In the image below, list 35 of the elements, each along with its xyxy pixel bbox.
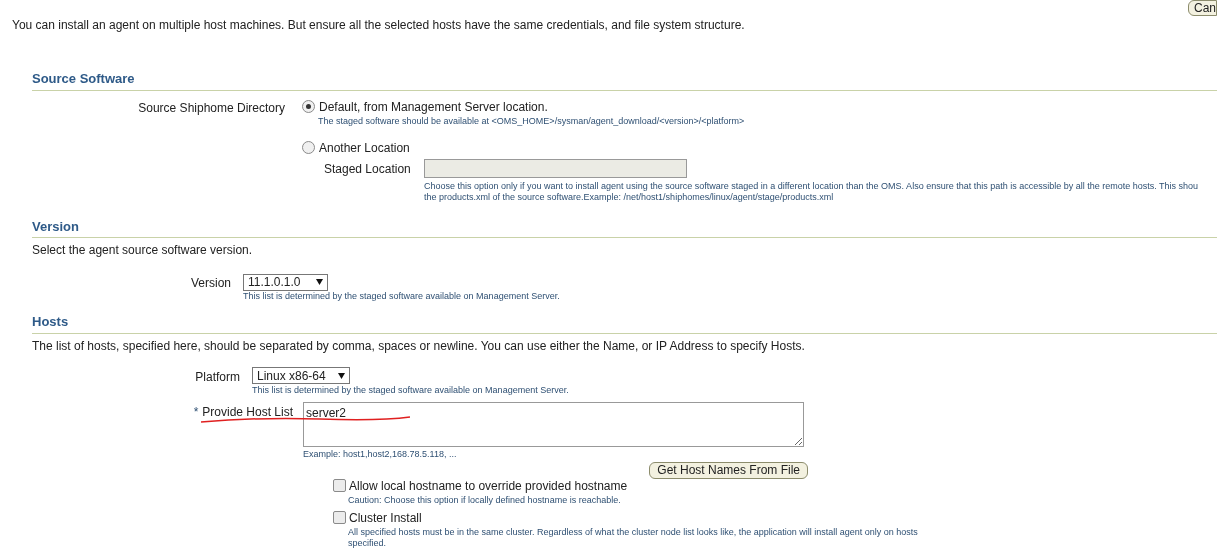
radio-button[interactable] bbox=[302, 100, 315, 113]
hint-text: This list is determined by the staged software available on Management Server. bbox=[252, 384, 569, 396]
section-heading: Version bbox=[32, 218, 79, 234]
checkbox-label: Allow local hostname to override provided hostname bbox=[349, 477, 628, 495]
checkbox[interactable] bbox=[333, 479, 346, 492]
section-description: Select the agent source software version. bbox=[32, 242, 254, 259]
cancel-button[interactable]: Can bbox=[1188, 0, 1217, 16]
hint-text: Example: host1,host2,168.78.5.118, ... bbox=[303, 448, 458, 460]
section-heading: Source Software bbox=[32, 71, 135, 86]
dropdown[interactable]: 11.1.0.1.0 bbox=[243, 273, 328, 291]
field-label: Platform bbox=[194, 368, 240, 386]
caret-icon bbox=[316, 279, 323, 285]
field-label: Source Shiphome Directory bbox=[137, 99, 285, 117]
field-label: Staged Location bbox=[324, 160, 412, 178]
hint-text: the products.xml of the source software.Example: /net/host1/shiphomes/linux/agent/stage/products.xml bbox=[424, 191, 835, 203]
dropdown[interactable]: Linux x86-64 bbox=[252, 367, 350, 384]
get-host-names-button[interactable]: Get Host Names From File bbox=[649, 461, 808, 479]
host-list-field[interactable]: server2 bbox=[303, 401, 804, 447]
field-label: Provide Host List bbox=[202, 404, 293, 419]
radio-label: Another Location bbox=[319, 139, 410, 157]
hint-text: Choose this option only if you want to install agent using the source software staged in a different location than the OMS. Also ensure that this path is accessible by all the remote hosts. This shou bbox=[424, 180, 1199, 192]
required-mark: * bbox=[193, 404, 199, 419]
hint-text: The staged software should be available at <OMS_HOME>/sysman/agent_download/<version>/<platform> bbox=[318, 115, 746, 127]
caret-icon bbox=[338, 372, 345, 379]
checkbox[interactable] bbox=[333, 511, 346, 524]
radio-label: Default, from Management Server location. bbox=[319, 98, 548, 116]
section-description: The list of hosts, specified here, should be separated by comma, spaces or newline. You can use either the Name, or IP Address to specify Hosts. bbox=[32, 337, 806, 355]
hint-text: All specified hosts must be in the same cluster. Regardless of what the cluster node list looks like, the application will install agent only on hosts specified. bbox=[348, 526, 919, 549]
field-label: Version bbox=[189, 275, 231, 292]
hint-text: Caution: Choose this option if locally defined hostname is reachable. bbox=[348, 494, 622, 506]
hint-text: This list is determined by the staged software available on Management Server. bbox=[243, 291, 560, 302]
section-heading: Hosts bbox=[32, 314, 69, 329]
checkbox-label: Cluster Install bbox=[349, 509, 422, 527]
radio-button[interactable] bbox=[302, 141, 315, 154]
intro-text: You can install an agent on multiple host machines. But ensure all the selected hosts have the same credentials, and file system structure. bbox=[12, 18, 745, 32]
